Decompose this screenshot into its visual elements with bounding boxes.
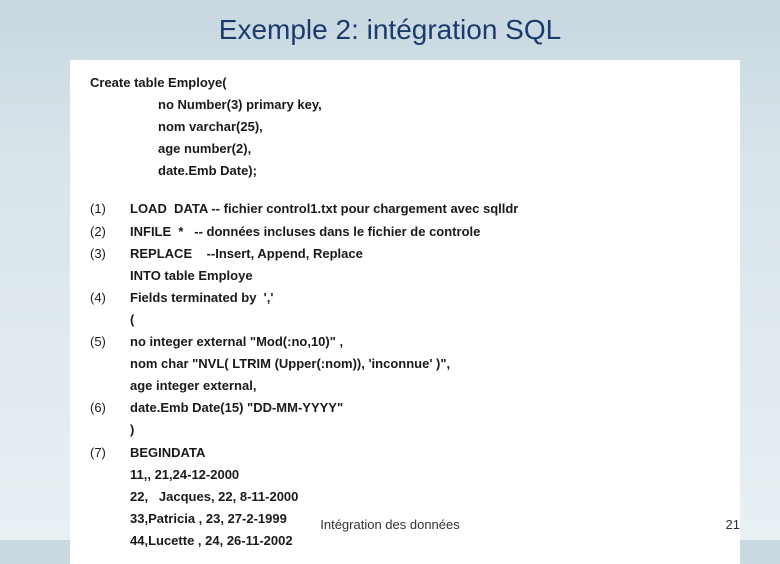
code-text: nom varchar(25), — [90, 116, 263, 138]
code-content: Create table Employe( no Number(3) prima… — [70, 60, 740, 564]
line-number — [90, 530, 130, 552]
line-number: (3) — [90, 243, 130, 265]
load-line-3: (3)REPLACE --Insert, Append, Replace — [90, 243, 720, 265]
code-text: Create table Employe( — [90, 72, 227, 94]
line-number — [90, 353, 130, 375]
code-text: 33,Patricia , 23, 27-2-1999 — [130, 508, 287, 530]
code-text: no integer external "Mod(:no,10)" , — [130, 331, 343, 353]
code-text: Fields terminated by ',' — [130, 287, 273, 309]
create-line-2: nom varchar(25), — [90, 116, 720, 138]
load-line-6: (6)date.Emb Date(15) "DD-MM-YYYY" — [90, 397, 720, 419]
page-number: 21 — [726, 517, 740, 532]
code-text: nom char "NVL( LTRIM (Upper(:nom)), 'inc… — [130, 353, 450, 375]
code-text: 44,Lucette , 24, 26-11-2002 — [130, 530, 293, 552]
create-line-3: age number(2), — [90, 138, 720, 160]
load-line-7: (7)BEGINDATA — [90, 442, 720, 464]
line-number: (5) — [90, 331, 130, 353]
code-text: REPLACE --Insert, Append, Replace — [130, 243, 363, 265]
line-number — [90, 464, 130, 486]
line-number: (4) — [90, 287, 130, 309]
load-line-6b: ) — [90, 419, 720, 441]
data-line-2: 22, Jacques, 22, 8-11-2000 — [90, 486, 720, 508]
code-text: INTO table Employe — [130, 265, 253, 287]
code-text: ( — [130, 309, 134, 331]
code-text: 22, Jacques, 22, 8-11-2000 — [130, 486, 298, 508]
spacer — [90, 182, 720, 198]
line-number: (1) — [90, 198, 130, 220]
code-text: ) — [130, 419, 134, 441]
slide-title: Exemple 2: intégration SQL — [0, 0, 780, 52]
code-text: age integer external, — [130, 375, 256, 397]
load-line-5c: age integer external, — [90, 375, 720, 397]
load-line-3b: INTO table Employe — [90, 265, 720, 287]
line-number — [90, 309, 130, 331]
line-number — [90, 375, 130, 397]
load-line-4: (4)Fields terminated by ',' — [90, 287, 720, 309]
data-line-4: 44,Lucette , 24, 26-11-2002 — [90, 530, 720, 552]
code-text: BEGINDATA — [130, 442, 205, 464]
code-text: date.Emb Date); — [90, 160, 257, 182]
data-line-1: 11,, 21,24-12-2000 — [90, 464, 720, 486]
line-number — [90, 486, 130, 508]
footer-title: Intégration des données — [320, 517, 460, 532]
load-line-5b: nom char "NVL( LTRIM (Upper(:nom)), 'inc… — [90, 353, 720, 375]
load-line-2: (2)INFILE * -- données incluses dans le … — [90, 221, 720, 243]
code-text: no Number(3) primary key, — [90, 94, 322, 116]
code-text: 11,, 21,24-12-2000 — [130, 464, 239, 486]
load-line-4b: ( — [90, 309, 720, 331]
create-line-0: Create table Employe( — [90, 72, 720, 94]
create-line-4: date.Emb Date); — [90, 160, 720, 182]
line-number — [90, 508, 130, 530]
create-line-1: no Number(3) primary key, — [90, 94, 720, 116]
line-number — [90, 265, 130, 287]
load-line-1: (1)LOAD DATA -- fichier control1.txt pou… — [90, 198, 720, 220]
sql-code-block: Create table Employe( no Number(3) prima… — [90, 72, 720, 552]
code-text: date.Emb Date(15) "DD-MM-YYYY" — [130, 397, 343, 419]
load-line-5: (5)no integer external "Mod(:no,10)" , — [90, 331, 720, 353]
line-number — [90, 419, 130, 441]
line-number: (6) — [90, 397, 130, 419]
code-text: LOAD DATA -- fichier control1.txt pour c… — [130, 198, 518, 220]
line-number: (2) — [90, 221, 130, 243]
line-number: (7) — [90, 442, 130, 464]
code-text: INFILE * -- données incluses dans le fic… — [130, 221, 480, 243]
code-text: age number(2), — [90, 138, 251, 160]
